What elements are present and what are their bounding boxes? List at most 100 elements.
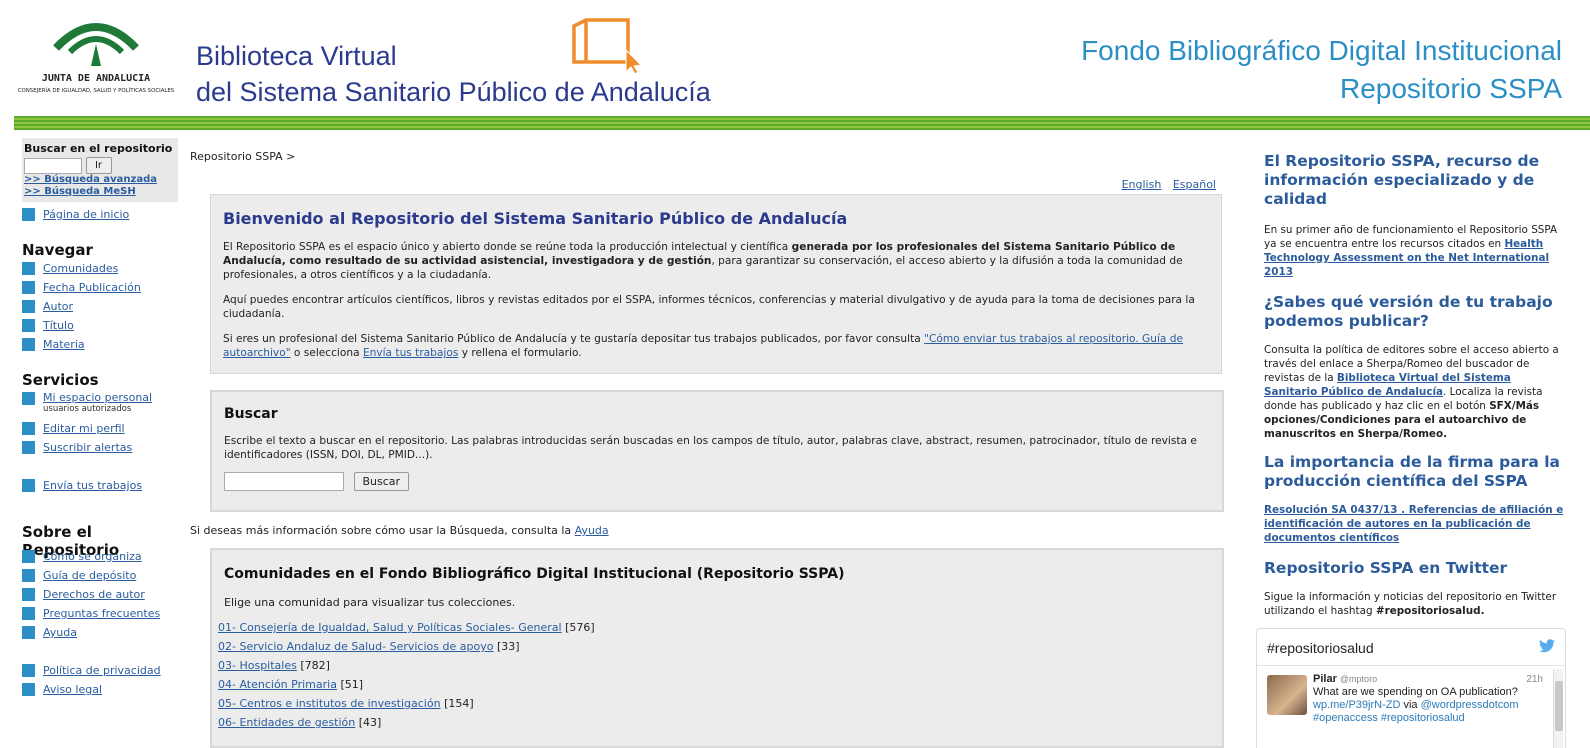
right-heading-2: ¿Sabes qué versión de tu trabajo podemos…	[1264, 293, 1553, 330]
right-heading-3: La importancia de la firma para la produ…	[1264, 453, 1560, 490]
send-works-inline-link[interactable]: Envía tus trabajos	[363, 347, 458, 359]
communities-intro: Elige una comunidad para visualizar tus …	[224, 596, 516, 609]
sidebar-item-derechos[interactable]: Derechos de autor	[22, 588, 178, 607]
sidebar-item-edit-profile[interactable]: Editar mi perfil	[22, 422, 178, 441]
community-item[interactable]: 05- Centros e institutos de investigació…	[218, 697, 1210, 716]
sidebar-search-input[interactable]	[24, 157, 82, 174]
sidebar-item-comunidades[interactable]: Comunidades	[22, 262, 178, 281]
junta-emblem-icon	[53, 23, 139, 66]
sidebar-item-organiza[interactable]: Cómo se organiza	[22, 550, 178, 569]
p3-text-mid: o selecciona	[290, 347, 363, 359]
bullet-square-icon	[22, 422, 35, 435]
tweet-mention[interactable]: @wordpressdotcom	[1421, 699, 1519, 711]
community-link[interactable]: 01- Consejería de Igualdad, Salud y Polí…	[218, 621, 562, 634]
tweet-link[interactable]: wp.me/P39jrN-ZD	[1313, 699, 1400, 711]
community-count: [576]	[565, 621, 595, 634]
sidebar-item-ayuda[interactable]: Ayuda	[22, 626, 178, 645]
community-item[interactable]: 02- Servicio Andaluz de Salud- Servicios…	[218, 640, 1210, 659]
tweet-scrollbar[interactable]	[1553, 669, 1563, 748]
right-heading-1: El Repositorio SSPA, recurso de informac…	[1264, 152, 1540, 208]
about-link[interactable]: Cómo se organiza	[43, 550, 142, 563]
sidebar-search-button[interactable]: Ir	[85, 157, 112, 174]
junta-andalucia-logo[interactable]: JUNTA DE ANDALUCIA CONSEJERÍA DE IGUALDA…	[14, 18, 178, 102]
send-works-link[interactable]: Envía tus trabajos	[43, 479, 142, 492]
community-link[interactable]: 05- Centros e institutos de investigació…	[218, 697, 441, 710]
sidebar-item-fecha[interactable]: Fecha Publicación	[22, 281, 178, 300]
services-heading: Servicios	[22, 371, 99, 389]
book-cursor-icon	[568, 18, 650, 77]
sidebar-item-privacy[interactable]: Política de privacidad	[22, 664, 178, 683]
search-description: Escribe el texto a buscar en el reposito…	[224, 435, 1197, 461]
community-link[interactable]: 02- Servicio Andaluz de Salud- Servicios…	[218, 640, 493, 653]
sidebar-item-faq[interactable]: Preguntas frecuentes	[22, 607, 178, 626]
tweet-hashtags[interactable]: #openaccess #repositoriosalud	[1313, 712, 1543, 725]
right-column: El Repositorio SSPA, recurso de informac…	[1264, 152, 1564, 618]
sidebar-item-legal[interactable]: Aviso legal	[22, 683, 178, 702]
community-count: [33]	[496, 640, 520, 653]
tweet-time[interactable]: 21h	[1526, 673, 1543, 686]
help-text: Si deseas más información sobre cómo usa…	[190, 524, 575, 537]
main-search-button[interactable]: Buscar	[353, 472, 410, 491]
bullet-square-icon	[22, 550, 35, 563]
community-item[interactable]: 06- Entidades de gestión [43]	[218, 716, 1210, 735]
fondo-line-2: Repositorio SSPA	[1339, 73, 1562, 104]
sidebar-item-home[interactable]: Página de inicio	[22, 208, 178, 227]
tweet-author[interactable]: Pilar	[1313, 673, 1337, 685]
lang-english-link[interactable]: English	[1122, 178, 1162, 191]
fondo-title: Fondo Bibliográfico Digital Instituciona…	[1081, 32, 1562, 108]
about-link[interactable]: Derechos de autor	[43, 588, 145, 601]
lang-spanish-link[interactable]: Español	[1173, 178, 1216, 191]
sidebar-item-autor[interactable]: Autor	[22, 300, 178, 319]
nav-link[interactable]: Materia	[43, 338, 85, 351]
main-search-input[interactable]	[224, 472, 344, 491]
bullet-square-icon	[22, 281, 35, 294]
bullet-square-icon	[22, 319, 35, 332]
edit-profile-link[interactable]: Editar mi perfil	[43, 422, 125, 435]
privacy-link[interactable]: Política de privacidad	[43, 664, 161, 677]
sidebar-item-materia[interactable]: Materia	[22, 338, 178, 357]
nav-link[interactable]: Título	[43, 319, 74, 332]
tweet-handle[interactable]: @mptoro	[1340, 674, 1377, 684]
home-link[interactable]: Página de inicio	[43, 208, 129, 221]
twitter-hashtag[interactable]: #repositoriosalud	[1267, 640, 1374, 656]
community-link[interactable]: 04- Atención Primaria	[218, 678, 337, 691]
nav-link[interactable]: Fecha Publicación	[43, 281, 141, 294]
community-item[interactable]: 01- Consejería de Igualdad, Salud y Polí…	[218, 621, 1210, 640]
mesh-search-link[interactable]: >> Búsqueda MeSH	[24, 186, 176, 198]
about-link[interactable]: Ayuda	[43, 626, 77, 639]
about-link[interactable]: Preguntas frecuentes	[43, 607, 160, 620]
community-link[interactable]: 06- Entidades de gestión	[218, 716, 355, 729]
sidebar-item-send-works[interactable]: Envía tus trabajos	[22, 479, 178, 498]
breadcrumb[interactable]: Repositorio SSPA >	[190, 150, 1226, 163]
bullet-square-icon	[22, 569, 35, 582]
fondo-line-1: Fondo Bibliográfico Digital Instituciona…	[1081, 35, 1562, 66]
advanced-search-link[interactable]: >> Búsqueda avanzada	[24, 174, 176, 186]
nav-link[interactable]: Comunidades	[43, 262, 118, 275]
bullet-square-icon	[22, 626, 35, 639]
my-space-link[interactable]: Mi espacio personal	[43, 391, 152, 404]
nav-link[interactable]: Autor	[43, 300, 73, 313]
sidebar-item-titulo[interactable]: Título	[22, 319, 178, 338]
community-item[interactable]: 03- Hospitales [782]	[218, 659, 1210, 678]
community-item[interactable]: 04- Atención Primaria [51]	[218, 678, 1210, 697]
sidebar-item-my-space[interactable]: Mi espacio personal usuarios autorizados	[22, 392, 178, 422]
communities-panel: Comunidades en el Fondo Bibliográfico Di…	[210, 548, 1224, 748]
about-link[interactable]: Guía de depósito	[43, 569, 136, 582]
resolucion-link[interactable]: Resolución SA 0437/13 . Referencias de a…	[1264, 504, 1563, 544]
community-link[interactable]: 03- Hospitales	[218, 659, 297, 672]
help-link[interactable]: Ayuda	[575, 524, 609, 537]
twitter-bird-icon[interactable]	[1539, 639, 1555, 653]
sidebar-item-alerts[interactable]: Suscribir alertas	[22, 441, 178, 460]
search-heading: Buscar	[224, 406, 278, 422]
sidebar-search-title: Buscar en el repositorio	[24, 142, 173, 155]
bullet-square-icon	[22, 664, 35, 677]
scrollbar-thumb[interactable]	[1555, 681, 1563, 731]
alerts-link[interactable]: Suscribir alertas	[43, 441, 132, 454]
bullet-square-icon	[22, 300, 35, 313]
search-help-line: Si deseas más información sobre cómo usa…	[190, 524, 609, 537]
legal-link[interactable]: Aviso legal	[43, 683, 102, 696]
bullet-square-icon	[22, 588, 35, 601]
sidebar-item-guia[interactable]: Guía de depósito	[22, 569, 178, 588]
avatar[interactable]	[1267, 675, 1307, 715]
right-heading-4: Repositorio SSPA en Twitter	[1264, 559, 1508, 577]
